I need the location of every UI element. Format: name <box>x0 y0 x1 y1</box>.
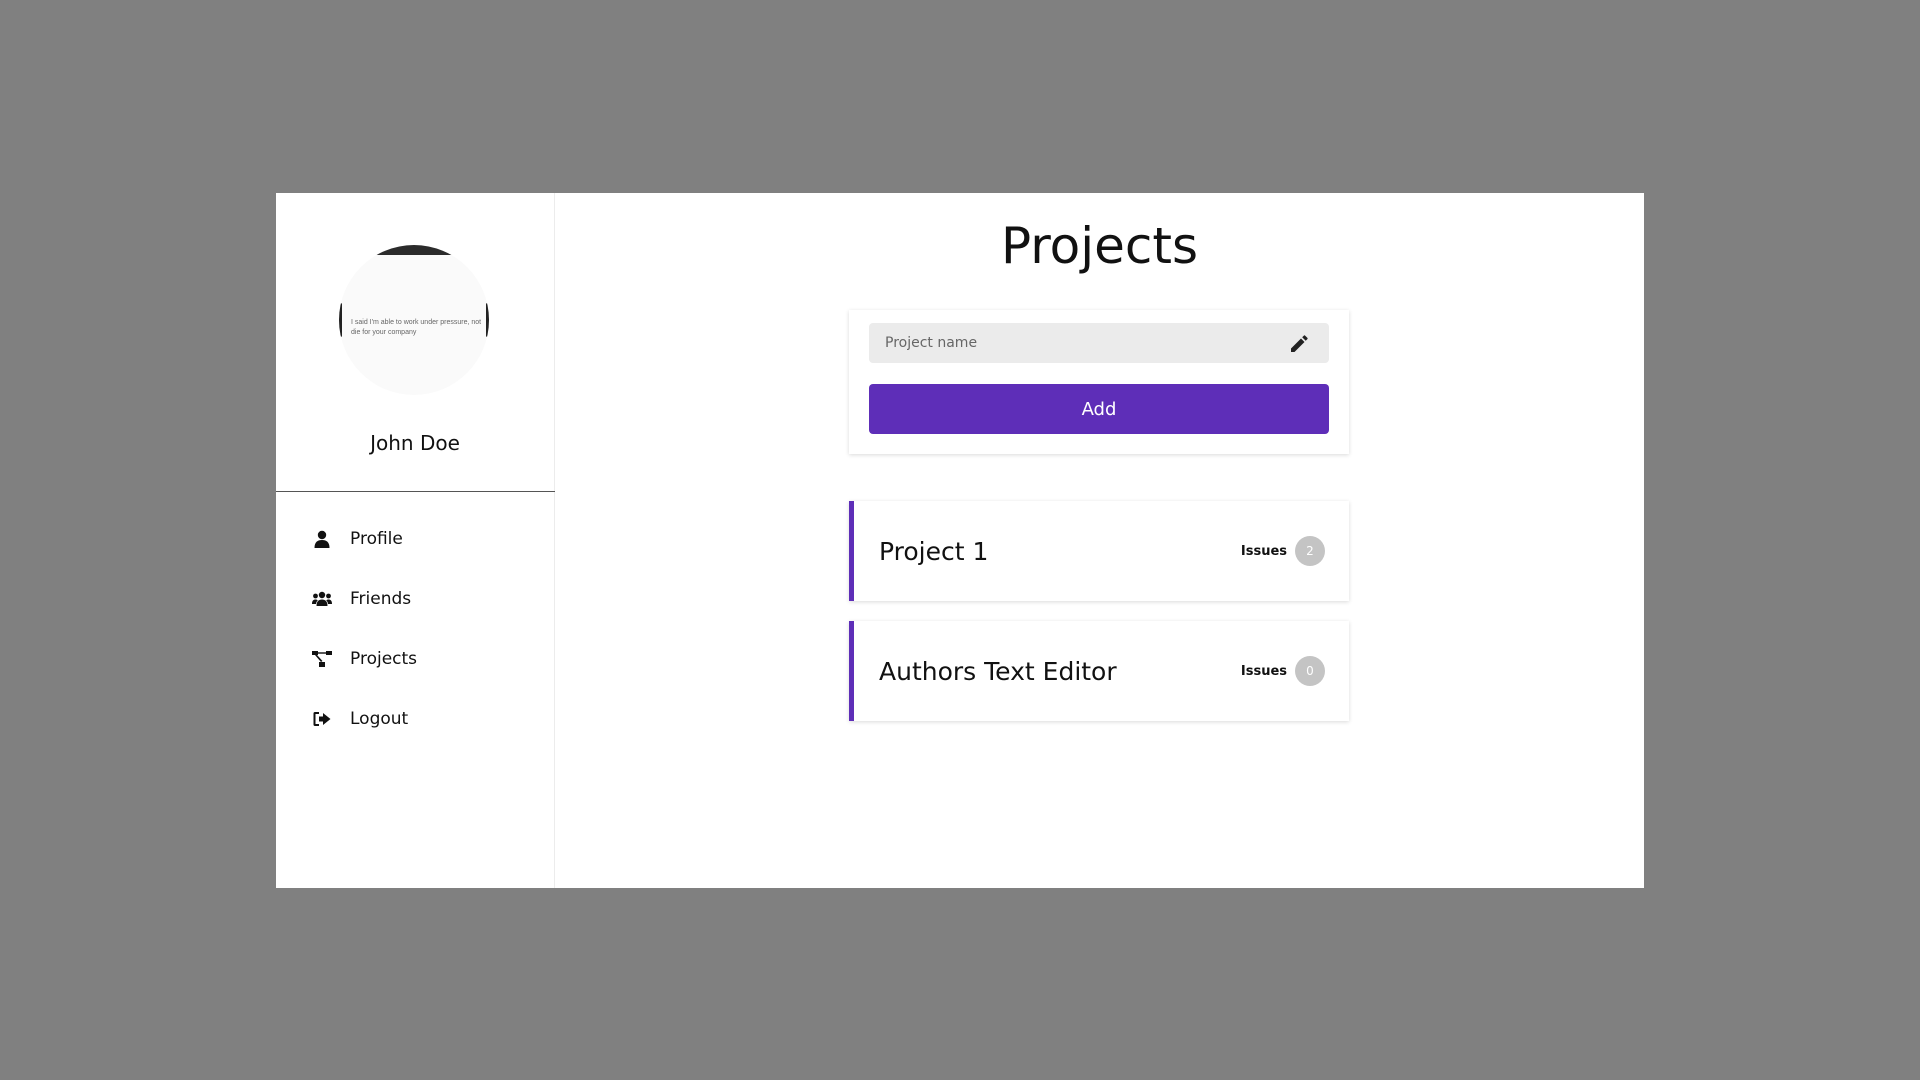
project-name-input[interactable] <box>869 322 1289 364</box>
issues-indicator: Issues 0 <box>1241 656 1325 686</box>
sidebar-nav: Profile Friends Projects Logout <box>276 509 554 749</box>
sidebar-item-logout[interactable]: Logout <box>276 689 554 749</box>
sidebar-item-projects[interactable]: Projects <box>276 629 554 689</box>
users-icon <box>312 589 332 609</box>
project-card[interactable]: Authors Text Editor Issues 0 <box>849 621 1349 721</box>
logout-icon <box>312 709 332 729</box>
issues-count-badge: 0 <box>1295 656 1325 686</box>
sidebar-divider <box>276 491 555 492</box>
pencil-icon <box>1289 333 1309 353</box>
project-diagram-icon <box>312 649 332 669</box>
user-icon <box>312 529 332 549</box>
sidebar-item-label: Projects <box>350 649 418 669</box>
avatar-edge-right <box>486 303 489 337</box>
add-project-card: Add <box>849 310 1349 454</box>
add-button[interactable]: Add <box>869 384 1329 434</box>
sidebar: I said I'm able to work under pressure, … <box>276 193 555 888</box>
issues-label: Issues <box>1240 663 1287 679</box>
avatar-hair-shape <box>374 245 454 255</box>
sidebar-item-label: Friends <box>350 589 412 609</box>
issues-indicator: Issues 2 <box>1241 536 1325 566</box>
user-name: John Doe <box>370 431 460 455</box>
avatar-caption: I said I'm able to work under pressure, … <box>351 319 482 336</box>
page-title: Projects <box>1000 217 1199 275</box>
issues-label: Issues <box>1240 543 1287 559</box>
sidebar-item-label: Logout <box>350 709 409 729</box>
avatar-edge-left <box>339 303 342 337</box>
project-name: Project 1 <box>879 536 989 566</box>
issues-count-badge: 2 <box>1295 536 1325 566</box>
avatar: I said I'm able to work under pressure, … <box>339 245 489 395</box>
app-window: I said I'm able to work under pressure, … <box>276 193 1644 888</box>
sidebar-item-label: Profile <box>350 529 403 549</box>
project-name-field <box>869 322 1329 364</box>
sidebar-item-profile[interactable]: Profile <box>276 509 554 569</box>
main-content: Projects Add Project 1 Issues 2 Aut <box>555 193 1644 888</box>
project-card[interactable]: Project 1 Issues 2 <box>849 501 1349 601</box>
sidebar-item-friends[interactable]: Friends <box>276 569 554 629</box>
project-name: Authors Text Editor <box>879 656 1117 686</box>
